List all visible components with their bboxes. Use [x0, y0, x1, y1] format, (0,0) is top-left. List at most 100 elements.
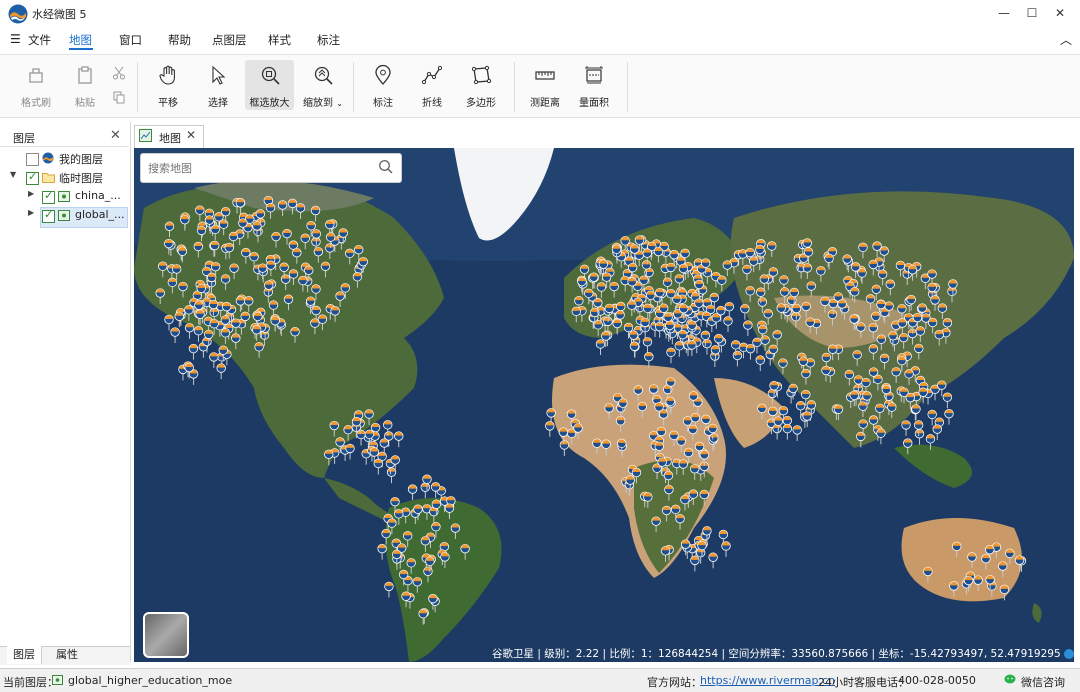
minimize-button[interactable]: —	[994, 4, 1014, 22]
scale-label: 比例：	[609, 648, 641, 660]
pan-label: 平移	[158, 98, 178, 109]
basemap-switcher[interactable]	[143, 612, 189, 658]
china-layer-checkbox[interactable]	[42, 189, 55, 204]
panel-divider	[0, 146, 129, 147]
menu-annotation[interactable]: 标注	[317, 32, 340, 48]
menu-map[interactable]: 地图	[69, 32, 92, 48]
paste-icon	[78, 66, 92, 84]
menu-style[interactable]: 样式	[268, 32, 291, 48]
ribbon-separator	[353, 62, 354, 112]
ruler-icon	[535, 71, 555, 80]
current-layer-label: 当前图层：	[3, 676, 58, 689]
tree-label: 我的图层	[59, 153, 103, 166]
title-bar	[0, 0, 1080, 28]
box-zoom-button[interactable]: 框选放大	[245, 60, 294, 110]
area-measure-icon	[585, 66, 603, 84]
polygon-button[interactable]: 多边形	[458, 60, 504, 110]
point-layer-icon	[58, 191, 70, 202]
pan-button[interactable]: 平移	[145, 60, 191, 110]
tab-properties[interactable]: 属性	[56, 646, 78, 664]
point-layer-icon	[58, 210, 70, 221]
polygon-label: 多边形	[466, 98, 496, 109]
document-tab-label: 地图	[159, 132, 181, 145]
polygon-icon	[471, 65, 492, 85]
layer-panel-title: 图层	[13, 132, 35, 145]
map-corner-logo-icon	[1064, 649, 1074, 659]
expand-arrow-icon[interactable]: ▼	[10, 170, 16, 179]
scale-value: 1：126844254	[640, 648, 719, 660]
tree-label: china_...	[75, 189, 121, 202]
zoom-to-button[interactable]: 缩放到 ⌄	[298, 60, 348, 110]
point-layer-icon	[52, 675, 63, 685]
temp-layers-checkbox[interactable]	[26, 170, 39, 185]
menu-active-indicator	[69, 48, 93, 50]
window-title: 水经微图 5	[32, 8, 87, 21]
resolution-value: 33560.875666	[791, 648, 869, 660]
menu-file[interactable]: 文件	[28, 32, 51, 48]
search-icon[interactable]	[378, 159, 393, 174]
expand-arrow-icon[interactable]: ▶	[28, 208, 34, 217]
coordinate-value: -15.42793497, 52.47919295	[909, 648, 1061, 660]
paste-button[interactable]: 粘贴	[62, 60, 108, 110]
basemap-source: 谷歌卫星	[492, 648, 534, 660]
select-button[interactable]: 选择	[195, 60, 241, 110]
format-brush-label: 格式刷	[21, 98, 51, 109]
zoom-level-value: 2.22	[575, 648, 600, 660]
menu-hamburger-icon[interactable]: ☰	[10, 32, 21, 46]
tree-item-global-layer[interactable]: ▶ global_...	[0, 207, 128, 226]
measure-area-button[interactable]: 量面积	[571, 60, 617, 110]
tree-item-temp-layers[interactable]: ▼ 临时图层	[0, 169, 128, 188]
select-label: 选择	[208, 98, 228, 109]
tab-layers[interactable]: 图层	[7, 646, 42, 664]
satellite-basemap	[134, 148, 1074, 662]
ribbon-separator	[137, 62, 138, 112]
map-pin-icon	[375, 64, 391, 85]
wechat-consult-link[interactable]: 微信咨询	[1021, 674, 1065, 690]
resolution-label: 空间分辨率：	[728, 648, 792, 660]
my-layers-checkbox[interactable]	[26, 153, 39, 166]
tree-item-my-layers[interactable]: 我的图层	[0, 150, 128, 169]
menu-point-layer[interactable]: 点图层	[212, 32, 247, 48]
global-layer-checkbox[interactable]	[42, 208, 55, 223]
expand-arrow-icon[interactable]: ▶	[28, 189, 34, 198]
close-panel-icon[interactable]: ✕	[110, 128, 121, 143]
copy-icon[interactable]	[112, 90, 126, 104]
map-info-bar: 谷歌卫星 | 级别：2.22 | 比例：1：126844254 | 空间分辨率：…	[492, 646, 1074, 662]
measure-distance-label: 测距离	[530, 98, 560, 109]
ribbon-separator	[514, 62, 515, 112]
maximize-button[interactable]: ☐	[1022, 4, 1042, 22]
website-label: 官方网站：	[647, 676, 702, 689]
menu-help[interactable]: 帮助	[168, 32, 191, 48]
map-document-icon	[139, 129, 152, 142]
tree-item-china-layer[interactable]: ▶ china_...	[0, 188, 128, 207]
website-link[interactable]: https://www.rivermap.cn	[700, 674, 835, 687]
box-zoom-icon	[261, 66, 280, 85]
coordinate-label: 坐标：	[878, 648, 910, 660]
tree-label: global_...	[75, 208, 125, 221]
polyline-label: 折线	[422, 98, 442, 109]
format-brush-icon	[29, 68, 43, 83]
box-zoom-label: 框选放大	[249, 98, 290, 109]
collapse-ribbon-icon[interactable]: ︿	[1060, 31, 1072, 48]
search-input[interactable]	[146, 157, 370, 179]
zoom-to-icon	[314, 66, 333, 85]
menu-window[interactable]: 窗口	[119, 32, 142, 48]
close-button[interactable]: ✕	[1050, 4, 1070, 22]
map-canvas[interactable]	[134, 148, 1074, 662]
wechat-icon	[1004, 674, 1016, 684]
ribbon-separator	[627, 62, 628, 112]
app-logo-icon	[8, 4, 28, 24]
folder-icon	[42, 173, 55, 183]
polyline-button[interactable]: 折线	[409, 60, 455, 110]
menu-bar	[0, 28, 1080, 52]
measure-distance-button[interactable]: 测距离	[522, 60, 568, 110]
hand-icon	[159, 65, 175, 85]
close-tab-icon[interactable]: ✕	[186, 128, 196, 142]
measure-area-label: 量面积	[579, 98, 609, 109]
paste-label: 粘贴	[75, 98, 95, 109]
chevron-down-icon[interactable]: ⌄	[336, 99, 343, 108]
cut-icon[interactable]	[112, 66, 126, 80]
hotline-label: 24小时客服电话：	[818, 676, 909, 689]
marker-button[interactable]: 标注	[360, 60, 406, 110]
format-brush-button[interactable]: 格式刷	[13, 60, 59, 110]
